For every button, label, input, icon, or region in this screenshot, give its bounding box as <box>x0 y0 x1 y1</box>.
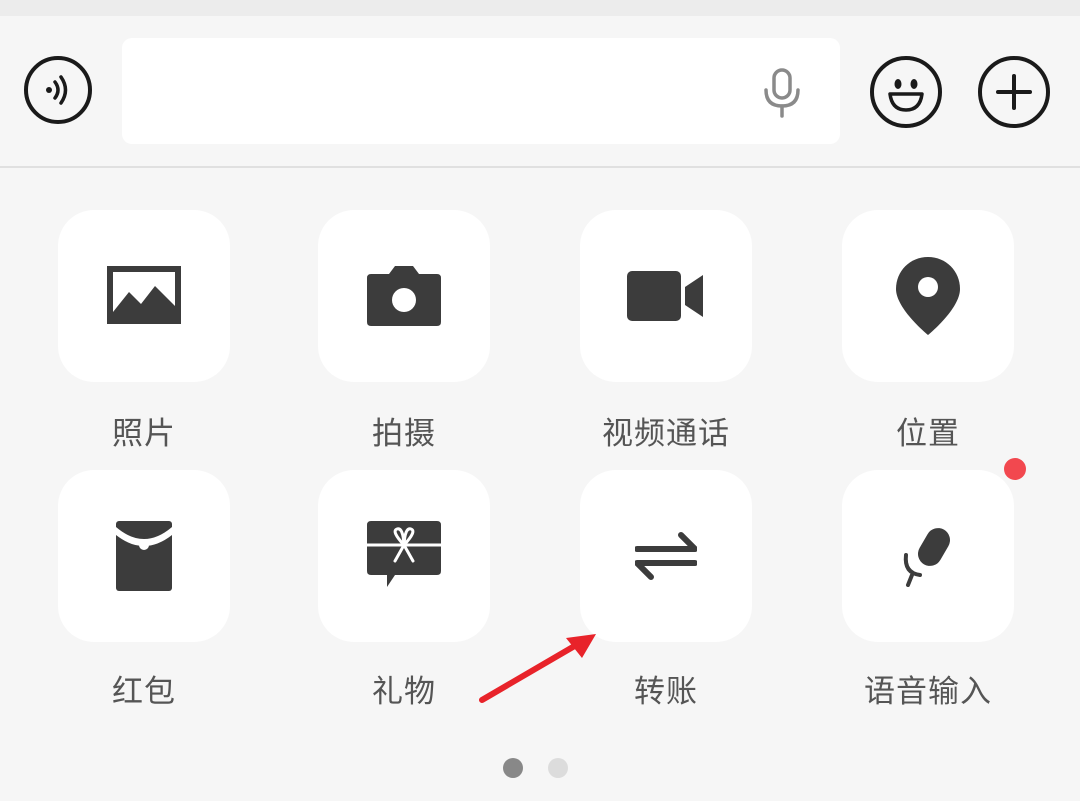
image-icon <box>107 266 181 324</box>
page-dot-inactive[interactable] <box>548 758 568 778</box>
gift-tile[interactable] <box>318 470 490 642</box>
transfer-tile[interactable] <box>580 470 752 642</box>
photo-label: 照片 <box>112 416 176 452</box>
camera-label: 拍摄 <box>372 416 436 452</box>
chat-input-bar <box>0 16 1080 168</box>
video-call-label: 视频通话 <box>602 416 730 452</box>
smiley-icon <box>888 79 924 112</box>
microphone-icon[interactable] <box>760 66 804 118</box>
top-strip <box>0 0 1080 16</box>
voice-wave-icon <box>46 75 68 105</box>
location-label: 位置 <box>896 416 960 452</box>
red-packet-tile[interactable] <box>58 470 230 642</box>
notification-dot <box>1004 458 1026 480</box>
voice-input-tile[interactable] <box>842 470 1014 642</box>
plus-icon <box>996 74 1032 110</box>
location-pin-icon <box>896 257 960 335</box>
more-options-button[interactable] <box>978 56 1050 128</box>
video-call-tile[interactable] <box>580 210 752 382</box>
emoji-button[interactable] <box>870 56 942 128</box>
voice-mode-button[interactable] <box>24 56 92 124</box>
page-indicator <box>0 758 1080 782</box>
red-packet-label: 红包 <box>112 674 176 710</box>
transfer-arrows-icon <box>635 532 697 580</box>
voice-input-label: 语音输入 <box>864 674 992 710</box>
photo-tile[interactable] <box>58 210 230 382</box>
video-camera-icon <box>627 271 703 321</box>
red-envelope-icon <box>116 521 172 591</box>
microphone-icon <box>903 528 950 587</box>
page-dot-active[interactable] <box>503 758 523 778</box>
camera-icon <box>367 266 441 326</box>
camera-tile[interactable] <box>318 210 490 382</box>
location-tile[interactable] <box>842 210 1014 382</box>
gift-icon <box>367 521 441 587</box>
more-actions-panel: 照片 拍摄 视频通话 位置 红包 礼物 转账 语音输入 <box>0 168 1080 801</box>
message-input[interactable] <box>122 38 840 144</box>
annotation-arrow-icon <box>479 634 596 703</box>
